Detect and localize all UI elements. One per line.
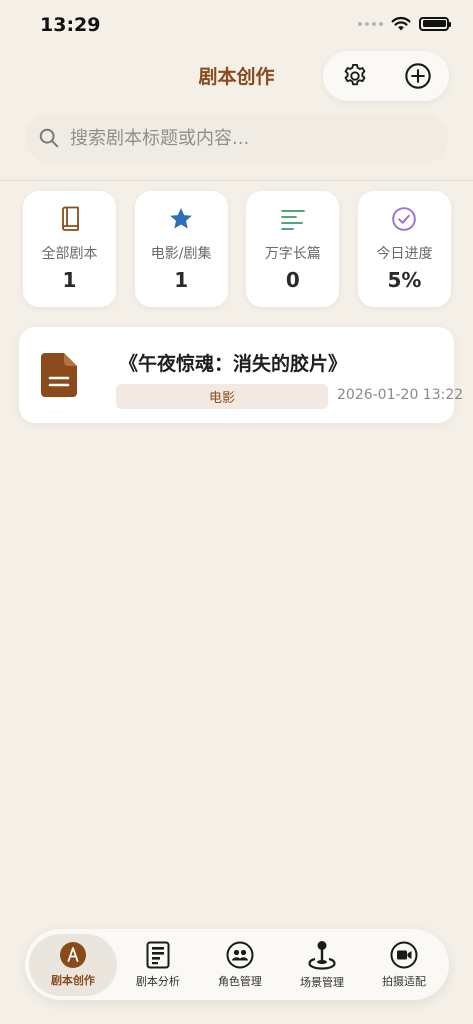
tab-scene-management[interactable]: 场景管理 bbox=[281, 934, 363, 996]
signal-icon bbox=[358, 21, 383, 26]
tab-label: 角色管理 bbox=[217, 974, 262, 988]
add-script-button[interactable] bbox=[400, 58, 436, 94]
tab-script-writing[interactable]: 剧本创作 bbox=[29, 933, 117, 996]
pen-nib-icon bbox=[59, 941, 86, 968]
people-icon bbox=[226, 941, 254, 968]
stat-value: 0 bbox=[285, 268, 300, 292]
check-circle-icon bbox=[392, 207, 417, 231]
search-bar[interactable] bbox=[25, 113, 448, 163]
stat-card-today-progress[interactable]: 今日进度 5% bbox=[357, 191, 451, 307]
header-divider bbox=[0, 180, 473, 181]
tab-shooting-adaptation[interactable]: 拍摄适配 bbox=[363, 934, 445, 996]
script-title: 《午夜惊魂：消失的胶片》 bbox=[119, 353, 348, 375]
camera-icon bbox=[390, 941, 418, 968]
stat-card-movies[interactable]: 电影/剧集 1 bbox=[134, 191, 228, 307]
tab-bar: 剧本创作 剧本分析 角色管理 场景管理 拍摄适配 bbox=[25, 929, 449, 1000]
header-actions bbox=[323, 51, 449, 101]
stat-value: 1 bbox=[174, 268, 189, 292]
script-card[interactable]: 《午夜惊魂：消失的胶片》 电影 2026-01-20 13:22 bbox=[19, 327, 463, 423]
tab-label: 场景管理 bbox=[299, 975, 344, 989]
text-lines-icon bbox=[280, 210, 305, 230]
tab-label: 拍摄适配 bbox=[382, 974, 426, 988]
wifi-icon bbox=[391, 16, 411, 31]
settings-button[interactable] bbox=[337, 58, 373, 94]
stat-value: 1 bbox=[62, 268, 77, 292]
tab-script-analysis[interactable]: 剧本分析 bbox=[117, 934, 199, 996]
script-date: 2026-01-20 13:22 bbox=[337, 387, 464, 403]
script-type-tag: 电影 bbox=[116, 384, 328, 409]
status-time: 13:29 bbox=[40, 14, 101, 36]
gear-icon bbox=[344, 63, 365, 86]
tab-label: 剧本创作 bbox=[50, 973, 95, 987]
status-icons bbox=[358, 16, 451, 31]
stat-label: 全部剧本 bbox=[41, 246, 98, 262]
search-icon bbox=[39, 128, 59, 148]
star-icon bbox=[170, 207, 192, 229]
stat-card-long-form[interactable]: 万字长篇 0 bbox=[246, 191, 340, 307]
tab-character-management[interactable]: 角色管理 bbox=[199, 934, 281, 996]
joystick-icon bbox=[308, 940, 336, 970]
stat-label: 万字长篇 bbox=[264, 246, 321, 262]
document-icon bbox=[41, 353, 77, 397]
book-icon bbox=[61, 206, 79, 231]
stat-label: 今日进度 bbox=[376, 246, 433, 262]
status-bar: 13:29 bbox=[0, 0, 473, 50]
plus-circle-icon bbox=[404, 63, 431, 89]
battery-icon bbox=[419, 16, 451, 31]
stat-value: 5% bbox=[387, 268, 422, 292]
report-icon bbox=[146, 941, 170, 968]
stats-row: 全部剧本 1 电影/剧集 1 万字长篇 0 今日进度 5% bbox=[23, 191, 451, 307]
tab-label: 剧本分析 bbox=[135, 974, 180, 988]
stat-card-all-scripts[interactable]: 全部剧本 1 bbox=[23, 191, 116, 307]
search-input[interactable] bbox=[70, 127, 420, 149]
stat-label: 电影/剧集 bbox=[150, 246, 212, 262]
